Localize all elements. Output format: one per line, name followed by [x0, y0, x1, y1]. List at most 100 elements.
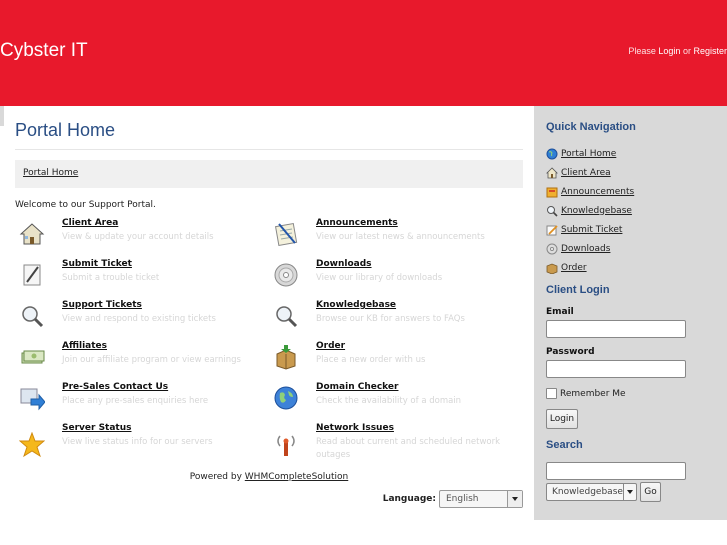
item-desc: Submit a trouble ticket [62, 273, 160, 283]
site-header: Cybster IT Please Login or Register [0, 0, 727, 106]
nav-item-downloads[interactable]: Downloads [546, 239, 634, 258]
megaphone-icon [546, 187, 558, 197]
nav-link[interactable]: Downloads [561, 244, 610, 254]
item-title[interactable]: Pre-Sales Contact Us [62, 382, 168, 392]
portal-item-submit-ticket[interactable]: Submit Ticket Submit a trouble ticket [15, 259, 265, 297]
item-title[interactable]: Support Tickets [62, 300, 142, 310]
portal-item-knowledgebase[interactable]: Knowledgebase Browse our KB for answers … [269, 300, 519, 338]
item-title[interactable]: Server Status [62, 423, 132, 433]
page-title: Portal Home [15, 120, 523, 150]
portal-item-support-tickets[interactable]: Support Tickets View and respond to exis… [15, 300, 265, 338]
item-desc: View live status info for our servers [62, 437, 213, 447]
welcome-text: Welcome to our Support Portal. [15, 200, 156, 210]
portal-item-network-issues[interactable]: Network Issues Read about current and sc… [269, 423, 519, 469]
remember-checkbox[interactable] [546, 388, 557, 399]
house-icon [546, 166, 558, 178]
register-link[interactable]: Register [693, 46, 727, 56]
remember-me[interactable]: Remember Me [546, 388, 626, 399]
please-text: Please [628, 46, 656, 56]
client-login-title: Client Login [546, 284, 610, 296]
notepad-icon [274, 222, 298, 246]
search-input[interactable] [546, 462, 686, 480]
quick-navigation: Portal Home Client Area Announcements Kn… [546, 144, 634, 277]
item-desc: Place any pre-sales enquiries here [62, 396, 209, 406]
chevron-down-icon[interactable] [623, 484, 636, 500]
item-title[interactable]: Client Area [62, 218, 118, 228]
item-desc: View our latest news & announcements [316, 232, 485, 242]
pencil-paper-icon [23, 264, 41, 286]
nav-item-announcements[interactable]: Announcements [546, 182, 634, 201]
search-title: Search [546, 439, 583, 451]
language-label: Language: [382, 494, 436, 504]
portal-item-domain-checker[interactable]: Domain Checker Check the availability of… [269, 382, 519, 420]
password-field[interactable] [546, 360, 686, 378]
whmcs-link[interactable]: WHMCompleteSolution [245, 472, 348, 482]
sidebar: Quick Navigation Portal Home Client Area… [534, 106, 727, 520]
go-button[interactable]: Go [640, 482, 661, 502]
nav-link[interactable]: Order [561, 263, 587, 273]
magnifier-icon [276, 306, 298, 328]
search-scope-value: Knowledgebase [552, 487, 623, 497]
pencil-icon [546, 224, 558, 235]
or-text: or [682, 46, 691, 56]
disc-icon [274, 263, 298, 287]
portal-item-announcements[interactable]: Announcements View our latest news & ann… [269, 218, 519, 256]
search-scope-select[interactable]: Knowledgebase [546, 483, 637, 501]
item-desc: View and respond to existing tickets [62, 314, 216, 324]
globe-icon [274, 386, 298, 410]
login-button[interactable]: Login [546, 409, 578, 429]
magnifier-icon [547, 205, 558, 217]
nav-link[interactable]: Knowledgebase [561, 206, 632, 216]
item-desc: View our library of downloads [316, 273, 443, 283]
nav-link[interactable]: Announcements [561, 187, 634, 197]
arrow-right-icon [20, 388, 45, 411]
portal-item-server-status[interactable]: Server Status View live status info for … [15, 423, 265, 469]
disc-icon [546, 243, 558, 254]
item-desc: Read about current and scheduled network… [316, 437, 501, 460]
nav-item-client-area[interactable]: Client Area [546, 163, 634, 182]
portal-item-order[interactable]: Order Place a new order with us [269, 341, 519, 379]
house-icon [19, 223, 45, 245]
portal-item-downloads[interactable]: Downloads View our library of downloads [269, 259, 519, 297]
item-desc: View & update your account details [62, 232, 214, 242]
login-link[interactable]: Login [658, 46, 680, 56]
item-title[interactable]: Affiliates [62, 341, 107, 351]
portal-item-pre-sales-contact[interactable]: Pre-Sales Contact Us Place any pre-sales… [15, 382, 265, 420]
top-links: Please Login or Register [628, 46, 727, 56]
nav-link[interactable]: Client Area [561, 168, 611, 178]
language-selector: Language: English [383, 490, 523, 508]
item-desc: Browse our KB for answers to FAQs [316, 314, 465, 324]
quick-navigation-title: Quick Navigation [546, 121, 636, 133]
star-icon [19, 432, 45, 458]
item-title[interactable]: Submit Ticket [62, 259, 132, 269]
home-globe-icon [546, 148, 558, 159]
nav-link[interactable]: Portal Home [561, 149, 616, 159]
nav-item-submit-ticket[interactable]: Submit Ticket [546, 220, 634, 239]
nav-item-knowledgebase[interactable]: Knowledgebase [546, 201, 634, 220]
brand-name[interactable]: Cybster IT [0, 40, 88, 62]
item-title[interactable]: Domain Checker [316, 382, 398, 392]
item-title[interactable]: Order [316, 341, 345, 351]
powered-by: Powered by WHMCompleteSolution [15, 472, 523, 482]
nav-item-order[interactable]: Order [546, 258, 634, 277]
item-desc: Check the availability of a domain [316, 396, 462, 406]
portal-item-affiliates[interactable]: Affiliates Join our affiliate program or… [15, 341, 265, 379]
remember-label: Remember Me [560, 388, 626, 399]
portal-item-client-area[interactable]: Client Area View & update your account d… [15, 218, 265, 256]
item-title[interactable]: Network Issues [316, 423, 394, 433]
nav-link[interactable]: Submit Ticket [561, 225, 622, 235]
breadcrumb-portal-home[interactable]: Portal Home [23, 168, 78, 178]
left-strip [0, 106, 4, 126]
main-content: Portal Home Portal Home Welcome to our S… [15, 106, 523, 508]
password-label: Password [546, 347, 595, 357]
item-title[interactable]: Downloads [316, 259, 372, 269]
email-label: Email [546, 307, 574, 317]
item-title[interactable]: Knowledgebase [316, 300, 396, 310]
language-value: English [446, 494, 479, 504]
language-select[interactable]: English [439, 490, 523, 508]
nav-item-portal-home[interactable]: Portal Home [546, 144, 634, 163]
item-title[interactable]: Announcements [316, 218, 398, 228]
email-field[interactable] [546, 320, 686, 338]
box-icon [546, 263, 558, 274]
chevron-down-icon[interactable] [507, 491, 522, 507]
